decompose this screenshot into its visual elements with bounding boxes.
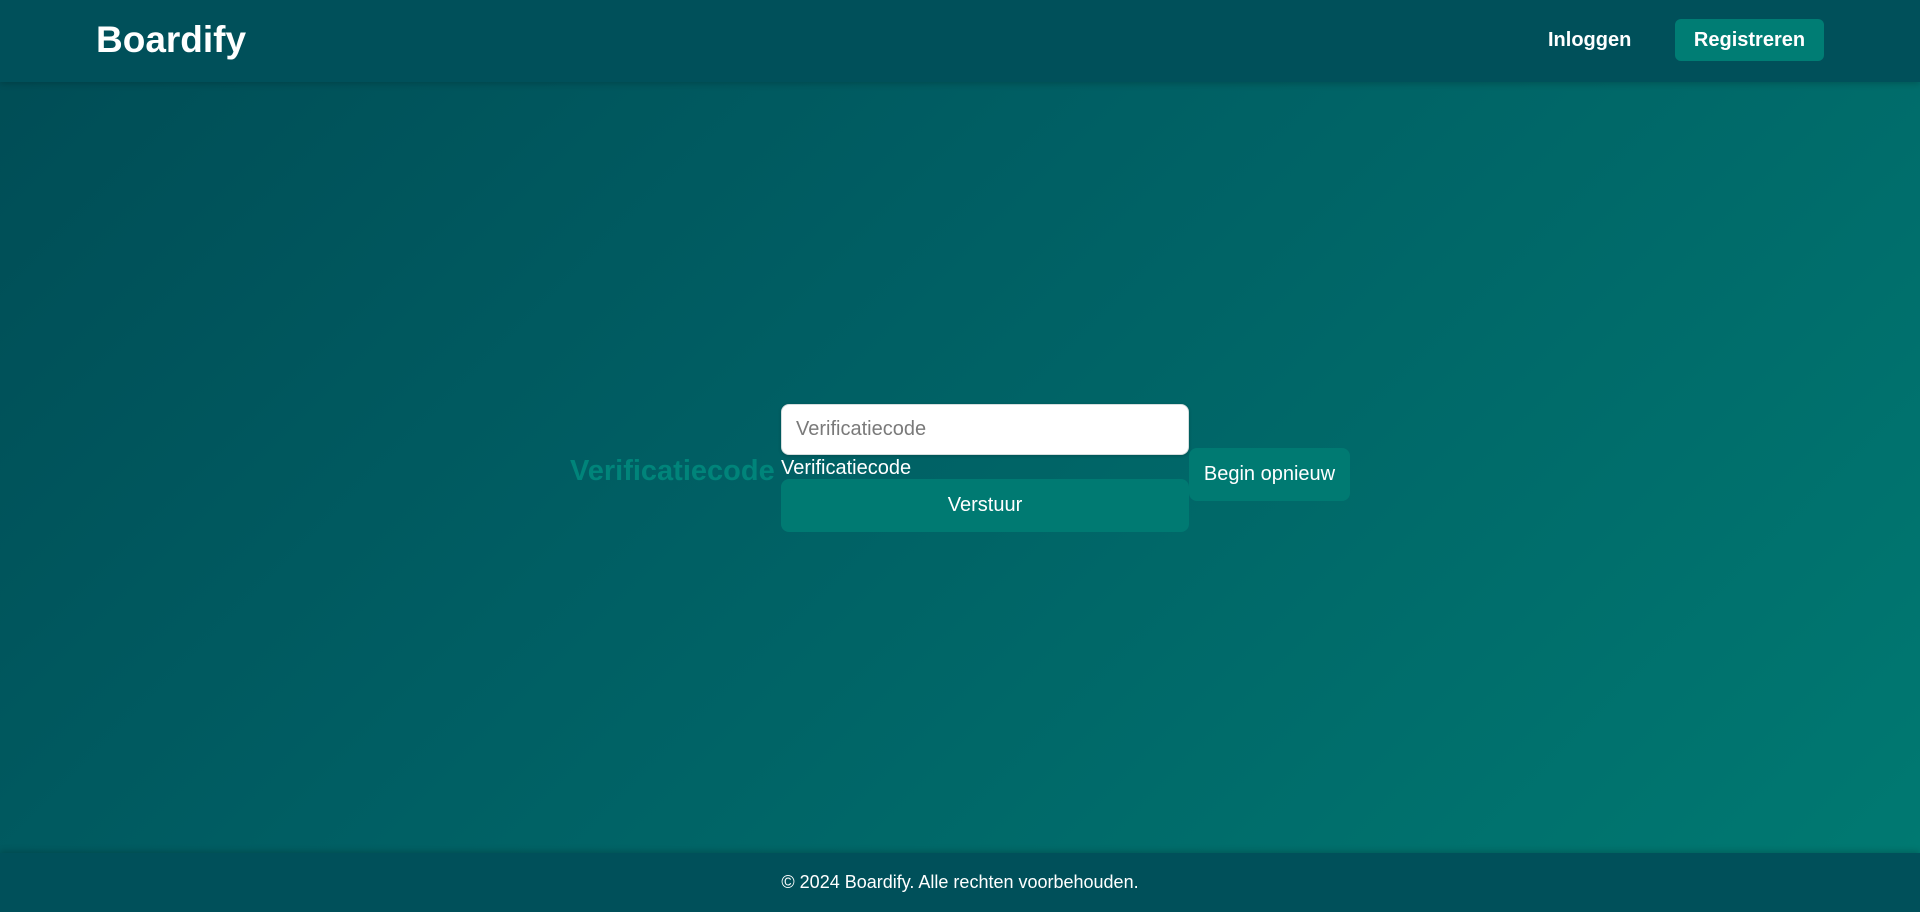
site-header: Boardify Inloggen Registreren [0, 0, 1920, 82]
restart-button[interactable]: Begin opnieuw [1189, 448, 1350, 501]
verification-title: Verificatiecode [570, 455, 775, 487]
copyright-text: © 2024 Boardify. Alle rechten voorbehoud… [781, 872, 1139, 892]
site-footer: © 2024 Boardify. Alle rechten voorbehoud… [0, 853, 1920, 912]
verification-code-label: Verificatiecode [781, 457, 912, 479]
login-link[interactable]: Inloggen [1548, 28, 1631, 52]
verification-code-input[interactable] [781, 404, 1189, 455]
brand-logo[interactable]: Boardify [96, 20, 246, 60]
submit-button[interactable]: Verstuur [781, 479, 1189, 532]
register-button[interactable]: Registreren [1675, 19, 1824, 61]
